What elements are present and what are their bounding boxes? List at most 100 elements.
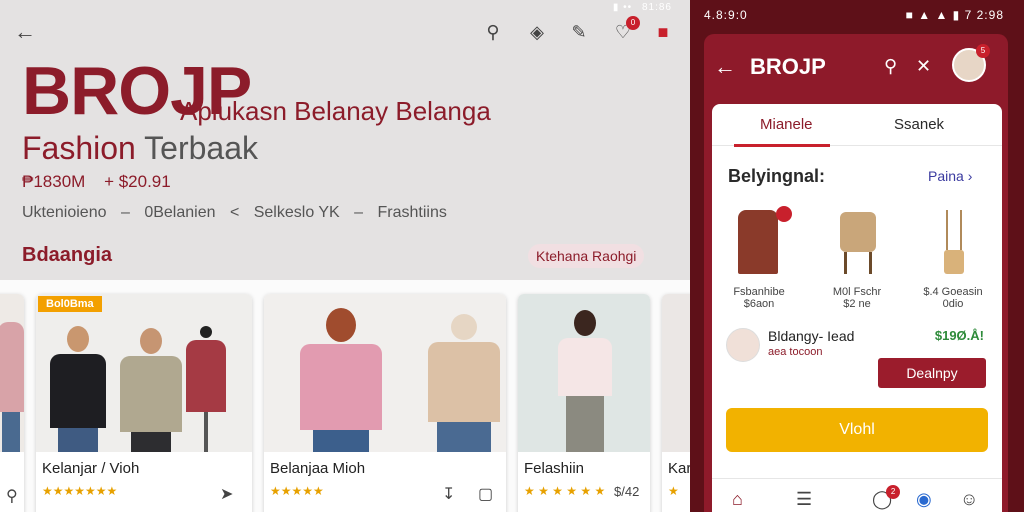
section-filter-pill[interactable]: Ktehana Raohgi (528, 244, 645, 268)
crumb-sep: < (229, 204, 240, 221)
product-card[interactable]: Felashiin ★ ★ ★ ★ ★ ★ $/42 (518, 294, 650, 512)
product-image (718, 204, 800, 280)
product-card[interactable]: Bol0Bma Kelanjar / Vioh ★★★★★★★ ➤ (36, 294, 252, 512)
product-title[interactable]: Kelanjar / Vioh (42, 460, 139, 477)
product-price: $6aon (743, 298, 775, 310)
phone-brand-logo: BROJP (750, 54, 826, 79)
price-row: ₱1830M + $20.91 (22, 172, 185, 192)
share-icon[interactable]: ➤ (220, 484, 233, 504)
profile-icon[interactable]: ☺ (960, 489, 978, 510)
product-title[interactable]: Belanjaa Mioh (270, 460, 365, 477)
top-toolbar: ← ⚲ ◈ ✎ ♡ 0 ■ (0, 16, 690, 50)
back-arrow-icon[interactable]: ← (714, 54, 736, 80)
seller-name: Bldangy- Iead (768, 328, 855, 344)
rating-stars: ★ ★ ★ ★ ★ ★ (524, 484, 606, 498)
seller-subtitle: aea tocoon (768, 346, 823, 358)
app-root: ▮ •• 81:86 ← ⚲ ◈ ✎ ♡ 0 ■ BROJP Aplukasn B… (0, 0, 1024, 512)
crumb-1[interactable]: Uktenioieno (22, 204, 107, 221)
rating-stars: ★ (668, 484, 679, 498)
product-image (264, 294, 506, 452)
chat-icon[interactable]: ✎ (566, 20, 592, 46)
product-name: Fsbanhibe (733, 286, 785, 298)
crumb-2[interactable]: 0Belanien (144, 204, 215, 221)
product-image (912, 204, 994, 280)
phone-status-right: ■ ▲ ▲ ▮ 7 2:98 (905, 8, 1004, 22)
section-title: Bdaangia (22, 244, 113, 266)
phone-screen: ← BROJP ⚲ ✕ 5 Mianele Ssanek Belyingnal:… (704, 34, 1008, 512)
bag-icon[interactable]: ■ (650, 20, 676, 46)
phone-content-card: Mianele Ssanek Belyingnal: Paina › Fsban… (712, 104, 1002, 512)
crumb-sep: – (120, 204, 130, 221)
product-name: M0l Fschr (832, 286, 882, 298)
phone-clock: 7 2:98 (964, 8, 1004, 22)
product-card[interactable]: Kar ★ (662, 294, 690, 512)
headline-word-2: Terbaak (144, 130, 258, 166)
back-arrow-icon[interactable]: ← (14, 20, 40, 46)
status-icons: ▮ •• (612, 2, 633, 13)
download-icon[interactable]: ↧ (442, 484, 455, 504)
section-heading: Belyingnal: (728, 166, 826, 186)
product-price: $/42 (614, 484, 640, 499)
breadcrumb: Uktenioieno – 0Belanien < Selkeslo YK – … (22, 204, 457, 222)
product-carousel: ⚲ Bol0Bma Kelanjar / Vioh ★★★★★★★ ➤ Bela… (0, 280, 690, 512)
tagline: Aplukasn Belanay Belanga (180, 96, 491, 126)
search-icon[interactable]: ⚲ (884, 56, 897, 77)
mannequin-figure (428, 314, 500, 452)
product-image: Bol0Bma (36, 294, 252, 452)
product-tile[interactable]: Fsbanhibe $6aon (718, 204, 800, 310)
active-tab-indicator (734, 144, 830, 147)
model-figure (120, 328, 182, 452)
status-bar: ▮ •• 81:86 (607, 2, 672, 13)
crumb-4[interactable]: Frashtiins (378, 204, 447, 221)
notification-badge: 0 (626, 16, 640, 30)
model-figure (300, 308, 382, 452)
chat-icon[interactable]: ◯ 2 (872, 485, 901, 510)
bottom-nav: ⌂ ☰ ◯ 2 ◉ ☺ (712, 478, 1002, 512)
status-time: 81:86 (641, 2, 672, 13)
product-image (816, 204, 898, 280)
see-all-link[interactable]: Paina › (928, 168, 972, 184)
promo-badge: Bol0Bma (38, 296, 102, 312)
product-price: $2 ne (843, 298, 871, 310)
model-figure (558, 310, 612, 452)
product-image (662, 294, 690, 452)
home-icon[interactable]: ⌂ (732, 489, 743, 510)
product-image (518, 294, 650, 452)
tag-icon[interactable]: ◈ (524, 20, 550, 46)
primary-cta-button[interactable]: Vlohl (726, 408, 988, 452)
rating-stars: ★★★★★ (270, 484, 324, 498)
mannequin-figure (186, 326, 226, 452)
avatar[interactable]: 5 (952, 44, 990, 82)
phone-header: ← BROJP ⚲ ✕ 5 (704, 34, 1008, 102)
headline-word-1: Fashion (22, 130, 136, 166)
action-button[interactable]: Dealnpy (878, 358, 986, 388)
search-icon[interactable]: ⚲ (6, 486, 18, 506)
product-card[interactable]: Belanjaa Mioh ★★★★★ ↧ ▢ (264, 294, 506, 512)
product-name: $.4 Goeasin (923, 286, 983, 298)
see-all-label: Paina (928, 168, 964, 184)
headline: Fashion Terbaak (22, 130, 258, 167)
product-tile[interactable]: $.4 Goeasin 0dio (912, 204, 994, 310)
list-icon[interactable]: ☰ (796, 489, 812, 510)
account-switch-icon[interactable]: ◉ (916, 489, 932, 510)
favorite-icon[interactable] (776, 206, 792, 222)
product-card[interactable]: ⚲ (0, 294, 24, 512)
tab-ssanek[interactable]: Ssanek (894, 116, 944, 133)
model-figure (50, 326, 106, 452)
product-title[interactable]: Kar (668, 460, 690, 477)
close-icon[interactable]: ✕ (916, 56, 931, 77)
product-tile[interactable]: M0l Fschr $2 ne (816, 204, 898, 310)
phone-mockup: 4.8:9:0 ■ ▲ ▲ ▮ 7 2:98 ← BROJP ⚲ ✕ 5 Mia… (690, 0, 1024, 512)
crumb-3[interactable]: Selkeslo YK (254, 204, 340, 221)
search-icon[interactable]: ⚲ (480, 20, 506, 46)
tab-mianele[interactable]: Mianele (760, 116, 813, 133)
nav-badge: 2 (886, 485, 901, 499)
product-price: 0dio (942, 298, 964, 310)
seller-avatar (726, 328, 760, 362)
seller-price: $19Ø.Å! (934, 328, 984, 343)
avatar-badge: 5 (976, 44, 990, 58)
price-1: ₱1830M (22, 172, 86, 191)
bookmark-icon[interactable]: ▢ (478, 484, 493, 504)
heart-icon[interactable]: ♡ 0 (610, 16, 640, 46)
product-title[interactable]: Felashiin (524, 460, 584, 477)
